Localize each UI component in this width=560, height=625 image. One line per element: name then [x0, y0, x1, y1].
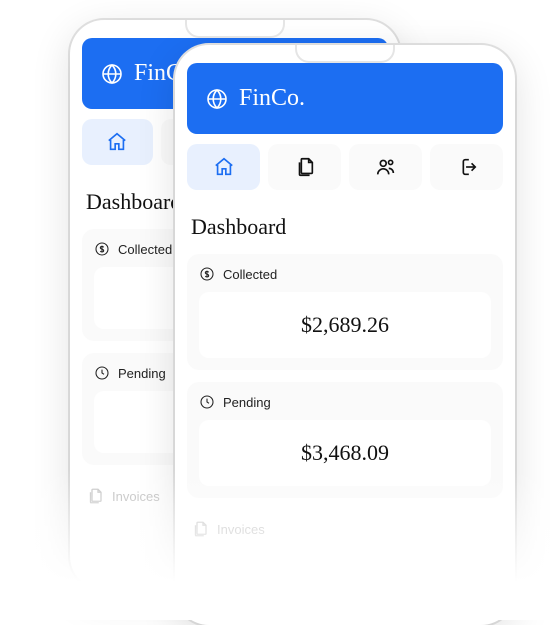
invoices-section: Invoices — [187, 510, 503, 542]
nav-home[interactable] — [187, 144, 260, 190]
globe-icon — [100, 62, 124, 86]
invoice-icon — [86, 487, 104, 505]
collected-value: $2,689.26 — [199, 292, 491, 358]
nav-documents[interactable] — [268, 144, 341, 190]
collected-label: Collected — [118, 242, 172, 257]
invoices-label: Invoices — [112, 489, 160, 504]
nav-logout[interactable] — [430, 144, 503, 190]
card-pending: Pending $3,468.09 — [187, 382, 503, 498]
page-title: Dashboard — [191, 214, 503, 240]
home-icon — [106, 131, 128, 153]
phone-notch — [295, 45, 395, 63]
app-title: FinCo. — [239, 85, 305, 112]
pending-label: Pending — [223, 395, 271, 410]
phone-mock-front: FinCo. Dashboard Collected $2,689.26 — [175, 45, 515, 625]
dollar-icon — [199, 266, 215, 282]
nav-home[interactable] — [82, 119, 153, 165]
pending-value: $3,468.09 — [199, 420, 491, 486]
collected-label: Collected — [223, 267, 277, 282]
clock-icon — [94, 365, 110, 381]
app-header: FinCo. — [187, 63, 503, 134]
clock-icon — [199, 394, 215, 410]
phone-notch — [185, 20, 285, 38]
documents-icon — [294, 156, 316, 178]
dollar-icon — [94, 241, 110, 257]
card-collected: Collected $2,689.26 — [187, 254, 503, 370]
nav-people[interactable] — [349, 144, 422, 190]
people-icon — [375, 156, 397, 178]
pending-label: Pending — [118, 366, 166, 381]
logout-icon — [456, 156, 478, 178]
invoices-label: Invoices — [217, 522, 265, 537]
screen-front: FinCo. Dashboard Collected $2,689.26 — [175, 45, 515, 625]
globe-icon — [205, 87, 229, 111]
nav-bar — [187, 144, 503, 190]
invoice-icon — [191, 520, 209, 538]
home-icon — [213, 156, 235, 178]
